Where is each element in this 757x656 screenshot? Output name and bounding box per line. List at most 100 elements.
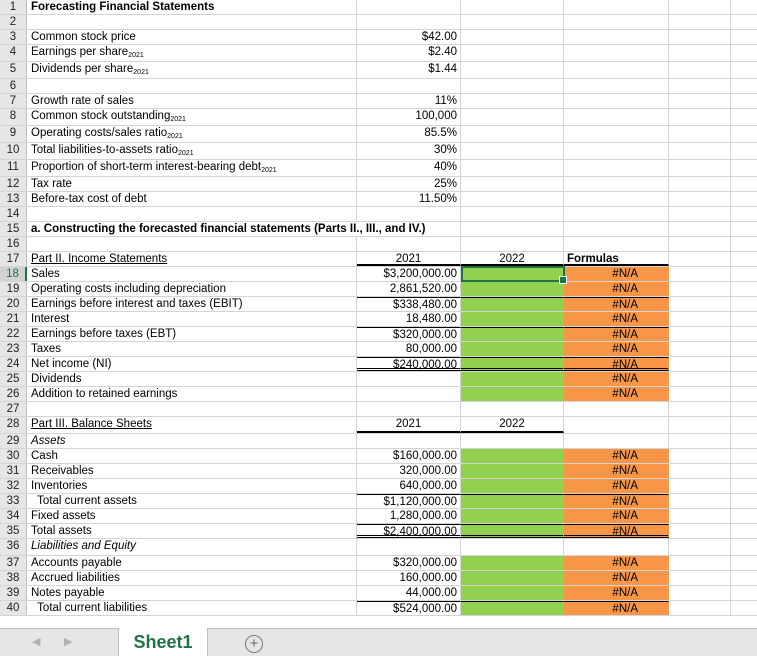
row-header[interactable]: 15 (0, 222, 27, 236)
cell[interactable] (27, 237, 357, 251)
cell[interactable] (731, 464, 757, 478)
row-header[interactable]: 37 (0, 556, 27, 570)
cell[interactable] (669, 494, 731, 508)
formula-cell[interactable]: #N/A (564, 312, 669, 326)
formula-cell[interactable]: #N/A (564, 464, 669, 478)
cell[interactable] (27, 79, 357, 93)
cell[interactable] (731, 417, 757, 433)
cell[interactable] (731, 126, 757, 142)
cell[interactable] (731, 539, 757, 555)
row-header[interactable]: 8 (0, 109, 27, 125)
label-cell[interactable]: Accounts payable (27, 556, 357, 570)
cell[interactable] (731, 177, 757, 191)
cell[interactable] (731, 601, 757, 615)
label-cell[interactable]: Operating costs including depreciation (27, 282, 357, 296)
label-cell[interactable]: Total current liabilities (27, 601, 357, 615)
formula-cell[interactable]: #N/A (564, 556, 669, 570)
label-cell[interactable]: Proportion of short-term interest-bearin… (27, 160, 357, 176)
value-cell[interactable]: 320,000.00 (357, 464, 461, 478)
row-header[interactable]: 31 (0, 464, 27, 478)
value-cell[interactable]: $338,480.00 (357, 297, 461, 311)
cell[interactable] (669, 434, 731, 448)
row-header[interactable]: 32 (0, 479, 27, 493)
cell[interactable] (564, 417, 669, 433)
cell[interactable] (27, 207, 357, 221)
value-cell[interactable]: 160,000.00 (357, 571, 461, 585)
row-header[interactable]: 7 (0, 94, 27, 108)
row-header[interactable]: 18 (0, 267, 27, 281)
cell[interactable] (461, 402, 564, 416)
label-cell[interactable]: Total current assets (27, 494, 357, 508)
value-cell[interactable]: 25% (357, 177, 461, 191)
row-header[interactable]: 17 (0, 252, 27, 266)
label-cell[interactable]: Accrued liabilities (27, 571, 357, 585)
cell[interactable] (669, 464, 731, 478)
cell[interactable] (564, 62, 669, 78)
row-header[interactable]: 28 (0, 417, 27, 433)
cell[interactable] (669, 586, 731, 600)
scroll-right-icon[interactable]: ▶ (64, 635, 72, 648)
row-header[interactable]: 40 (0, 601, 27, 615)
input-cell-2022[interactable] (461, 586, 564, 600)
active-cell-selection[interactable] (461, 266, 567, 284)
income-statement-heading[interactable]: Part II. Income Statements (27, 252, 357, 266)
row-header[interactable]: 10 (0, 143, 27, 159)
cell[interactable] (731, 62, 757, 78)
cell[interactable] (461, 237, 564, 251)
cell[interactable] (731, 192, 757, 206)
cell[interactable] (669, 417, 731, 433)
input-cell-2022[interactable] (461, 601, 564, 615)
value-cell[interactable]: 11% (357, 94, 461, 108)
cell[interactable] (669, 556, 731, 570)
cell[interactable] (731, 372, 757, 386)
row-header[interactable]: 5 (0, 62, 27, 78)
cell[interactable] (564, 207, 669, 221)
cell[interactable] (731, 586, 757, 600)
fill-handle[interactable] (559, 276, 567, 284)
cell[interactable] (669, 267, 731, 281)
cell[interactable] (731, 357, 757, 371)
balance-sheet-heading[interactable]: Part III. Balance Sheets (27, 417, 357, 433)
cell[interactable] (669, 177, 731, 191)
cell[interactable] (669, 601, 731, 615)
cell[interactable] (564, 0, 669, 14)
row-header[interactable]: 25 (0, 372, 27, 386)
cell[interactable] (461, 539, 564, 555)
value-cell[interactable]: 11.50% (357, 192, 461, 206)
row-header[interactable]: 13 (0, 192, 27, 206)
cell[interactable] (461, 30, 564, 44)
formula-cell[interactable]: #N/A (564, 282, 669, 296)
sheet-tab-sheet1[interactable]: Sheet1 (118, 628, 208, 656)
cell[interactable] (669, 222, 731, 236)
formula-cell[interactable]: #N/A (564, 267, 669, 281)
cell[interactable] (564, 237, 669, 251)
label-cell[interactable]: Fixed assets (27, 509, 357, 523)
cell[interactable] (669, 252, 731, 266)
input-cell-2022[interactable] (461, 464, 564, 478)
label-cell[interactable]: Taxes (27, 342, 357, 356)
cell[interactable] (461, 109, 564, 125)
cell[interactable] (669, 207, 731, 221)
cell[interactable] (731, 0, 757, 14)
formula-cell[interactable]: #N/A (564, 449, 669, 463)
cell[interactable] (669, 126, 731, 142)
cell[interactable] (669, 192, 731, 206)
cell[interactable] (731, 79, 757, 93)
label-cell[interactable]: Operating costs/sales ratio2021 (27, 126, 357, 142)
cell[interactable] (461, 79, 564, 93)
row-header[interactable]: 19 (0, 282, 27, 296)
label-cell[interactable]: Before-tax cost of debt (27, 192, 357, 206)
cell[interactable] (461, 434, 564, 448)
input-cell-2022[interactable] (461, 342, 564, 356)
cell[interactable] (564, 94, 669, 108)
formula-cell[interactable]: #N/A (564, 342, 669, 356)
row-header[interactable]: 38 (0, 571, 27, 585)
formula-cell[interactable]: #N/A (564, 387, 669, 401)
label-cell[interactable]: Growth rate of sales (27, 94, 357, 108)
formula-cell[interactable]: #N/A (564, 372, 669, 386)
value-cell[interactable]: 44,000.00 (357, 586, 461, 600)
cell[interactable] (731, 402, 757, 416)
row-header[interactable]: 29 (0, 434, 27, 448)
row-header[interactable]: 23 (0, 342, 27, 356)
cell[interactable] (564, 160, 669, 176)
